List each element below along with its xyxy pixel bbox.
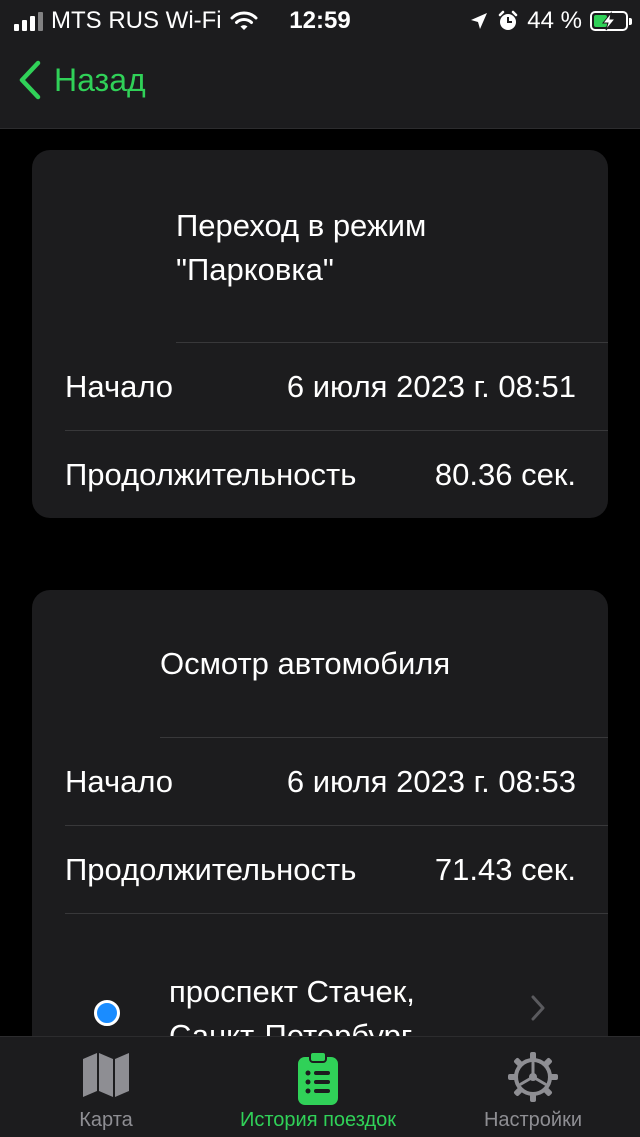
tab-settings[interactable]: Настройки [456, 1037, 610, 1137]
duration-label: Продолжительность [65, 852, 357, 887]
tab-label: История поездок [239, 1109, 397, 1131]
tab-trip-history[interactable]: История поездок [218, 1037, 418, 1137]
event-title: Переход в режим "Парковка" [176, 204, 426, 292]
event-title-line2: "Парковка" [176, 252, 334, 287]
tab-label: Карта [79, 1109, 133, 1131]
start-row: Начало 6 июля 2023 г. 08:53 [65, 738, 576, 826]
back-button-label: Назад [54, 61, 146, 98]
duration-row: Продолжительность 71.43 сек. [65, 826, 576, 914]
status-bar-right: 44 % [469, 7, 632, 35]
start-value: 6 июля 2023 г. 08:53 [286, 764, 576, 799]
tab-bar: Карта История поездок Настройки [0, 1036, 640, 1137]
status-bar: MTS RUS Wi-Fi 12:59 44 % [0, 0, 640, 40]
event-card-parking: Переход в режим "Парковка" Начало 6 июля… [32, 150, 608, 518]
chevron-left-icon [19, 60, 41, 100]
address-line1: проспект Стачек, [169, 974, 415, 1009]
battery-icon [590, 11, 632, 31]
tab-map[interactable]: Карта [30, 1037, 182, 1137]
gear-icon [508, 1052, 558, 1102]
duration-value: 71.43 сек. [434, 852, 576, 887]
event-title: Осмотр автомобиля [160, 646, 451, 681]
start-label: Начало [65, 764, 174, 799]
battery-percent: 44 % [527, 7, 582, 34]
alarm-clock-icon [499, 10, 518, 30]
chevron-right-icon [531, 995, 545, 1021]
start-label: Начало [65, 369, 174, 404]
back-button[interactable]: Назад [16, 60, 146, 100]
duration-value: 80.36 сек. [434, 457, 576, 492]
navigation-bar: Назад [0, 40, 640, 129]
clipboard-list-icon [298, 1051, 338, 1105]
start-value: 6 июля 2023 г. 08:51 [286, 369, 576, 404]
event-card-inspection: Осмотр автомобиля Начало 6 июля 2023 г. … [32, 590, 608, 1060]
tab-label: Настройки [483, 1109, 583, 1131]
location-dot-icon [94, 1000, 120, 1026]
start-row: Начало 6 июля 2023 г. 08:51 [65, 343, 576, 431]
charging-bolt-icon [601, 11, 617, 31]
map-icon [83, 1053, 129, 1097]
event-title-line1: Переход в режим [176, 208, 427, 243]
duration-row: Продолжительность 80.36 сек. [65, 431, 576, 518]
duration-label: Продолжительность [65, 457, 357, 492]
location-arrow-icon [471, 13, 488, 29]
